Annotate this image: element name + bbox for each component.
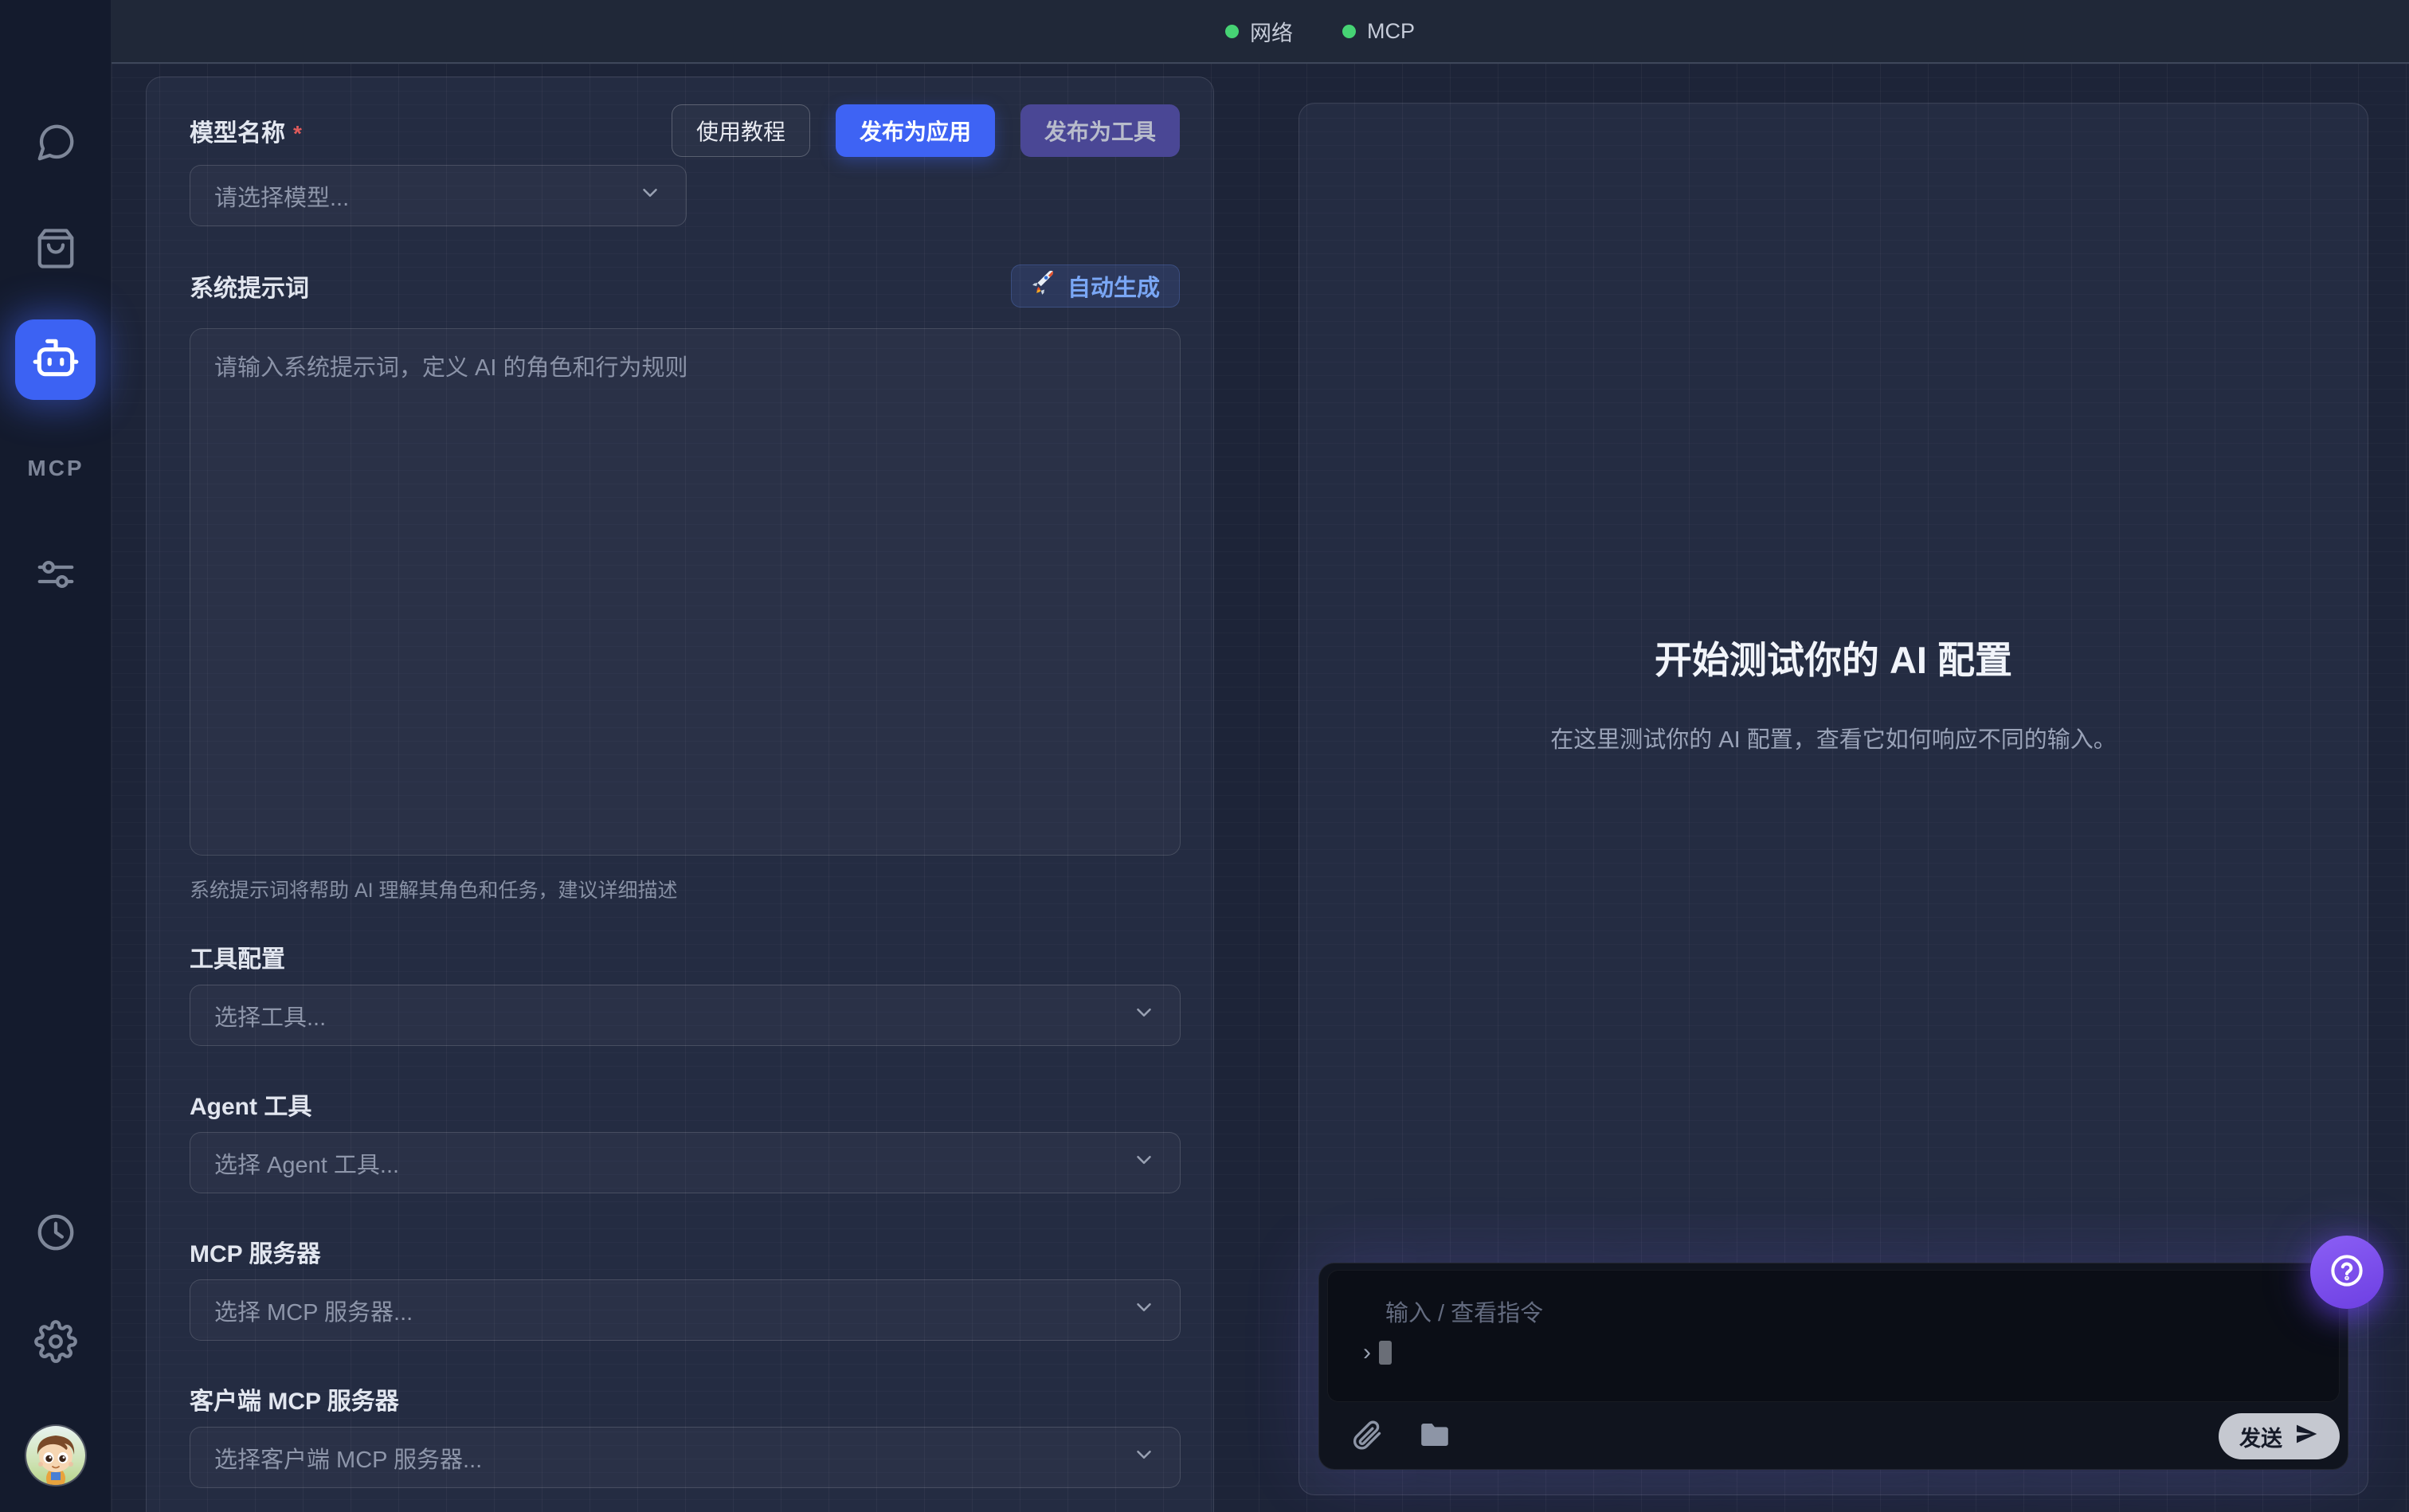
status-mcp: MCP [1342, 19, 1415, 44]
chevron-down-icon [1132, 1295, 1156, 1326]
sidebar-item-bot-active[interactable] [15, 319, 96, 400]
send-button[interactable]: 发送 [2219, 1413, 2340, 1459]
publish-app-button[interactable]: 发布为应用 [836, 104, 995, 157]
avatar-image [26, 1426, 85, 1485]
agent-tools-label: Agent 工具 [190, 1087, 311, 1122]
tutorial-button[interactable]: 使用教程 [672, 104, 810, 157]
test-panel-subtitle: 在这里测试你的 AI 配置，查看它如何响应不同的输入。 [1299, 721, 2368, 754]
chat-input[interactable] [1328, 1271, 2339, 1401]
required-asterisk: * [293, 121, 302, 146]
agent-tools-select-placeholder: 选择 Agent 工具... [214, 1146, 399, 1180]
chevron-down-icon [1132, 1148, 1156, 1178]
system-prompt-helper: 系统提示词将帮助 AI 理解其角色和任务，建议详细描述 [190, 875, 678, 903]
tools-config-label: 工具配置 [190, 939, 285, 974]
chat-bubble-icon [34, 121, 77, 168]
client-mcp-server-select[interactable]: 选择客户端 MCP 服务器... [190, 1427, 1181, 1488]
sidebar-item-tuning[interactable] [33, 554, 78, 598]
header-buttons: 使用教程 发布为应用 发布为工具 [672, 104, 1180, 157]
help-button[interactable] [2310, 1236, 2384, 1309]
system-prompt-label: 系统提示词 [190, 268, 309, 304]
system-prompt-header: 系统提示词 自动生成 [190, 264, 1180, 308]
status-network: 网络 [1225, 16, 1293, 47]
mcp-server-select-placeholder: 选择 MCP 服务器... [214, 1294, 413, 1327]
client-mcp-server-select-placeholder: 选择客户端 MCP 服务器... [214, 1441, 482, 1475]
autogenerate-label: 自动生成 [1067, 269, 1160, 303]
mcp-server-select[interactable]: 选择 MCP 服务器... [190, 1279, 1181, 1341]
sidebar-item-settings[interactable] [33, 1321, 78, 1365]
chat-toolbar [1349, 1418, 1451, 1451]
send-arrow-icon [2293, 1421, 2319, 1452]
gear-icon [34, 1320, 77, 1367]
sidebar-item-store[interactable] [33, 228, 78, 272]
tools-select[interactable]: 选择工具... [190, 985, 1181, 1046]
network-status-dot [1225, 25, 1239, 38]
folder-icon [1418, 1441, 1451, 1455]
topbar: 网络 MCP [112, 0, 2409, 64]
user-avatar[interactable] [26, 1426, 85, 1485]
sidebar-item-chat[interactable] [33, 122, 78, 166]
question-mark-icon [2329, 1252, 2365, 1293]
model-name-label: 模型名称* [190, 113, 302, 148]
form-header: 模型名称* 使用教程 发布为应用 发布为工具 [190, 104, 1180, 157]
test-panel-title: 开始测试你的 AI 配置 [1299, 629, 2368, 684]
chevron-down-icon [1132, 1443, 1156, 1473]
chat-input-container: › [1318, 1263, 2348, 1470]
sidebar-item-history[interactable] [33, 1212, 78, 1256]
clock-icon [34, 1211, 77, 1258]
mcp-status-dot [1342, 25, 1356, 38]
publish-tool-button[interactable]: 发布为工具 [1020, 104, 1180, 157]
model-select[interactable]: 请选择模型... [190, 165, 687, 226]
sliders-icon [34, 553, 77, 600]
paperclip-icon [1349, 1441, 1383, 1455]
chat-input-box: › [1327, 1270, 2340, 1402]
sidebar: MCP [0, 0, 112, 1512]
chevron-down-icon [1132, 1001, 1156, 1031]
config-form-panel: 模型名称* 使用教程 发布为应用 发布为工具 请选择模型... 系统提示词 [146, 76, 1214, 1512]
chevron-down-icon [638, 181, 662, 211]
agent-tools-select[interactable]: 选择 Agent 工具... [190, 1132, 1181, 1193]
test-empty-state: 开始测试你的 AI 配置 在这里测试你的 AI 配置，查看它如何响应不同的输入。 [1299, 629, 2368, 754]
send-button-label: 发送 [2239, 1421, 2282, 1452]
model-select-placeholder: 请选择模型... [214, 179, 349, 213]
workspace: 模型名称* 使用教程 发布为应用 发布为工具 请选择模型... 系统提示词 [112, 64, 2409, 1512]
mcp-status-label: MCP [1367, 19, 1415, 44]
rocket-icon [1031, 269, 1058, 303]
attachment-button[interactable] [1349, 1418, 1383, 1451]
tools-select-placeholder: 选择工具... [214, 999, 326, 1032]
file-browser-button[interactable] [1418, 1418, 1451, 1451]
mcp-server-label: MCP 服务器 [190, 1234, 320, 1269]
client-mcp-server-label: 客户端 MCP 服务器 [190, 1381, 399, 1416]
sidebar-mcp-label: MCP [0, 456, 112, 481]
shopping-bag-icon [34, 227, 77, 274]
test-panel: 开始测试你的 AI 配置 在这里测试你的 AI 配置，查看它如何响应不同的输入。… [1299, 103, 2368, 1495]
system-prompt-textarea[interactable] [190, 328, 1181, 856]
network-status-label: 网络 [1250, 16, 1293, 47]
autogenerate-button[interactable]: 自动生成 [1011, 264, 1180, 307]
robot-icon [31, 333, 80, 386]
